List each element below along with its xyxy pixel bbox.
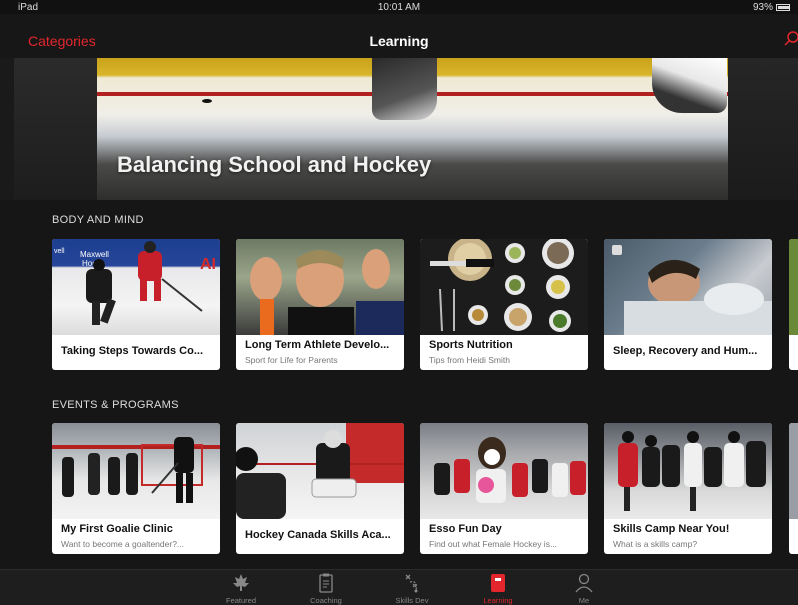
card-subtitle: Sport for Life for Parents bbox=[245, 355, 338, 365]
page-title: Learning bbox=[369, 33, 429, 49]
tab-label: Coaching bbox=[310, 596, 342, 605]
content-card-partial[interactable] bbox=[789, 423, 798, 554]
hero-banner-image[interactable] bbox=[97, 58, 728, 200]
person-icon bbox=[575, 573, 593, 593]
navigation-bar: Categories Learning bbox=[0, 14, 798, 58]
tab-skills-dev[interactable]: Skills Dev bbox=[382, 572, 442, 605]
clock: 10:01 AM bbox=[377, 2, 421, 13]
card-image: vell Maxwell House AI bbox=[52, 239, 220, 335]
card-title: Long Term Athlete Develo... bbox=[245, 339, 390, 351]
tab-label: Skills Dev bbox=[395, 596, 429, 605]
card-image bbox=[604, 239, 772, 335]
content-card[interactable]: Skills Camp Near You! What is a skills c… bbox=[604, 423, 772, 554]
tab-featured[interactable]: Featured bbox=[211, 572, 271, 605]
content-card[interactable]: Esso Fun Day Find out what Female Hockey… bbox=[420, 423, 588, 554]
card-title: Hockey Canada Skills Aca... bbox=[245, 529, 391, 541]
search-icon[interactable] bbox=[782, 31, 798, 47]
puck-image bbox=[202, 99, 212, 103]
card-subtitle: Want to become a goaltender?... bbox=[61, 539, 185, 549]
section-title-events-and-programs: EVENTS & PROGRAMS bbox=[52, 399, 179, 411]
skate-image bbox=[372, 58, 437, 120]
content-card[interactable]: Hockey Canada Skills Aca... bbox=[236, 423, 404, 554]
card-title: Sleep, Recovery and Hum... bbox=[613, 345, 758, 357]
content-card[interactable]: Long Term Athlete Develo... Sport for Li… bbox=[236, 239, 404, 370]
hero-previous-slide[interactable] bbox=[14, 58, 97, 200]
book-icon bbox=[491, 574, 505, 592]
hero-carousel[interactable]: Balancing School and Hockey bbox=[0, 58, 798, 200]
card-image bbox=[52, 423, 220, 519]
play-diagram-icon bbox=[405, 574, 418, 593]
card-image bbox=[420, 423, 588, 519]
card-image bbox=[236, 239, 404, 335]
card-title: Sports Nutrition bbox=[429, 339, 513, 351]
svg-text:vell: vell bbox=[54, 248, 65, 255]
card-subtitle: Tips from Heidi Smith bbox=[429, 355, 510, 365]
section-title-body-and-mind: BODY AND MIND bbox=[52, 214, 144, 226]
tab-label: Featured bbox=[225, 596, 257, 605]
maple-leaf-icon bbox=[233, 574, 249, 591]
card-image bbox=[789, 239, 798, 335]
tab-label: Me bbox=[578, 596, 590, 605]
tab-label: Learning bbox=[483, 596, 513, 605]
battery-indicator: 93% bbox=[753, 2, 790, 13]
card-title: Esso Fun Day bbox=[429, 523, 502, 535]
card-title: Taking Steps Towards Co... bbox=[61, 345, 204, 357]
card-title: Skills Camp Near You! bbox=[613, 523, 730, 535]
card-subtitle: Find out what Female Hockey is... bbox=[429, 539, 558, 549]
card-image bbox=[604, 423, 772, 519]
card-image bbox=[789, 423, 798, 519]
card-subtitle: What is a skills camp? bbox=[613, 539, 698, 549]
content-card[interactable]: Sleep, Recovery and Hum... bbox=[604, 239, 772, 370]
card-image bbox=[420, 239, 588, 335]
battery-percent: 93% bbox=[752, 2, 773, 13]
content-card[interactable]: vell Maxwell House AI Taking Steps Towar… bbox=[52, 239, 220, 370]
card-row-events-and-programs[interactable]: My First Goalie Clinic Want to become a … bbox=[52, 423, 798, 554]
hero-caption: Balancing School and Hockey bbox=[117, 152, 432, 177]
svg-text:AI: AI bbox=[200, 256, 216, 273]
content-card-partial[interactable] bbox=[789, 239, 798, 370]
clipboard-icon bbox=[319, 573, 333, 593]
tab-coaching[interactable]: Coaching bbox=[296, 572, 356, 605]
svg-text:Maxwell: Maxwell bbox=[80, 250, 109, 259]
content-card[interactable]: My First Goalie Clinic Want to become a … bbox=[52, 423, 220, 554]
tab-bar: Featured Coaching Skills Dev Learning Me bbox=[0, 569, 798, 605]
card-title: My First Goalie Clinic bbox=[61, 523, 173, 535]
battery-icon bbox=[776, 4, 790, 11]
card-row-body-and-mind[interactable]: vell Maxwell House AI Taking Steps Towar… bbox=[52, 239, 798, 370]
card-image bbox=[236, 423, 404, 519]
hero-next-slide[interactable] bbox=[728, 58, 798, 200]
tab-me[interactable]: Me bbox=[554, 572, 614, 605]
tab-learning[interactable]: Learning bbox=[468, 572, 528, 605]
skate-image bbox=[652, 58, 727, 113]
content-card[interactable]: Sports Nutrition Tips from Heidi Smith bbox=[420, 239, 588, 370]
status-bar: iPad 10:01 AM 93% bbox=[0, 0, 798, 14]
